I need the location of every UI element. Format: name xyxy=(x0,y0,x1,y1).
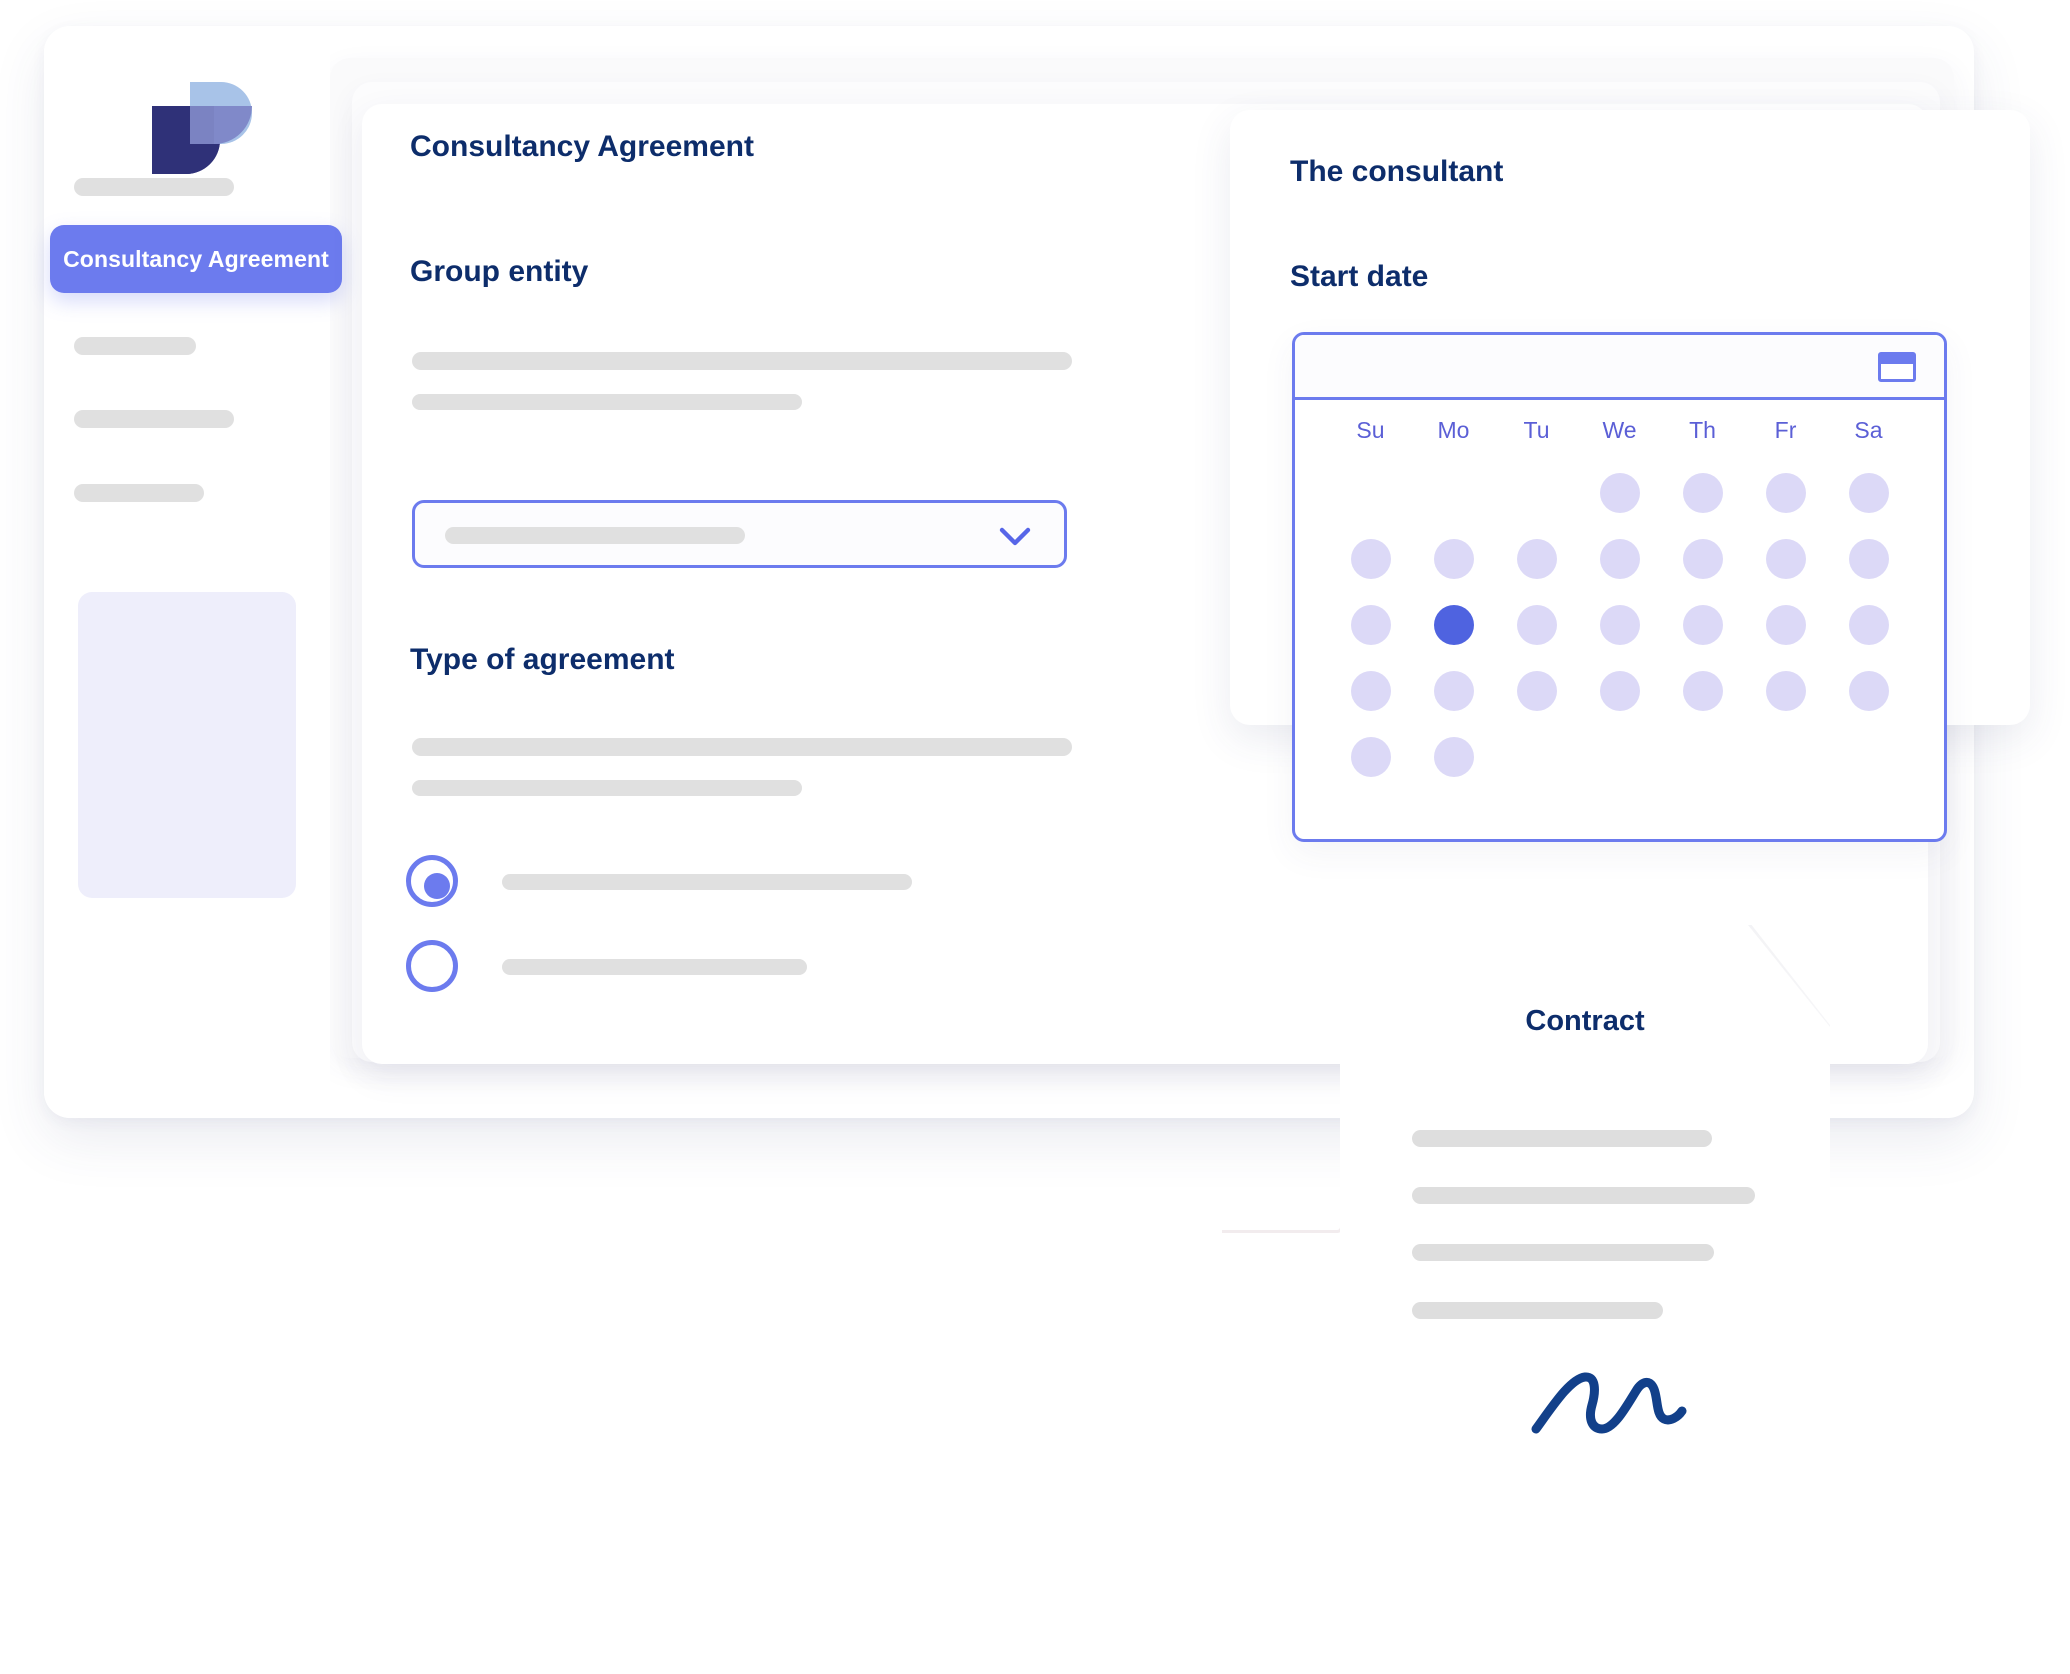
calendar-day[interactable] xyxy=(1765,671,1806,711)
contract-line-2 xyxy=(1412,1187,1755,1204)
sidebar-placeholder-1 xyxy=(74,178,234,196)
calendar-day[interactable] xyxy=(1848,671,1889,711)
calendar-day[interactable] xyxy=(1350,737,1391,777)
calendar-day-empty xyxy=(1351,473,1391,513)
calendar-day[interactable] xyxy=(1848,473,1889,513)
calendar-day[interactable] xyxy=(1433,737,1474,777)
calendar-day[interactable] xyxy=(1765,473,1806,513)
section-heading-group-entity: Group entity xyxy=(410,255,589,288)
calendar-day[interactable] xyxy=(1433,539,1474,579)
calendar-day[interactable] xyxy=(1848,605,1889,645)
sidebar-placeholder-3[interactable] xyxy=(74,410,234,428)
start-date-datepicker[interactable]: Su Mo Tu We Th Fr Sa xyxy=(1292,332,1947,842)
radio-button-selected[interactable] xyxy=(406,855,458,907)
calendar-day-header: Th xyxy=(1689,417,1716,443)
section-heading-the-consultant: The consultant xyxy=(1290,155,1504,188)
start-date-input[interactable] xyxy=(1295,335,1944,400)
type-of-agreement-description-line-1 xyxy=(412,738,1072,756)
radio-dot-icon xyxy=(424,873,450,899)
calendar-day[interactable] xyxy=(1350,605,1391,645)
calendar-week-row xyxy=(1329,592,1910,658)
calendar-week-row xyxy=(1329,658,1910,724)
page-title: Consultancy Agreement xyxy=(410,130,754,163)
calendar-day-header: We xyxy=(1602,417,1637,443)
calendar-day[interactable] xyxy=(1599,605,1640,645)
calendar-day[interactable] xyxy=(1350,539,1391,579)
calendar-day-header: Su xyxy=(1356,417,1385,443)
section-heading-type-of-agreement: Type of agreement xyxy=(410,643,675,676)
calendar-day-empty xyxy=(1600,737,1640,777)
contract-line-1 xyxy=(1412,1130,1712,1147)
type-of-agreement-description-line-2 xyxy=(412,780,802,796)
section-heading-start-date: Start date xyxy=(1290,260,1429,293)
calendar-day[interactable] xyxy=(1765,539,1806,579)
calendar-day[interactable] xyxy=(1516,605,1557,645)
chevron-down-icon xyxy=(999,527,1031,546)
signature-icon xyxy=(1531,1372,1687,1434)
sidebar-placeholder-4[interactable] xyxy=(74,484,204,502)
group-entity-select[interactable] xyxy=(412,500,1067,568)
calendar-day[interactable] xyxy=(1599,671,1640,711)
calendar-day-empty xyxy=(1766,737,1806,777)
calendar-day[interactable] xyxy=(1599,539,1640,579)
calendar-week-row xyxy=(1329,460,1910,526)
calendar-day[interactable] xyxy=(1682,605,1723,645)
contract-line-3 xyxy=(1412,1244,1714,1261)
calendar-day-header: Mo xyxy=(1437,417,1470,443)
calendar-day-header: Fr xyxy=(1774,417,1797,443)
calendar-day[interactable] xyxy=(1433,671,1474,711)
calendar-day[interactable] xyxy=(1848,539,1889,579)
calendar-day-empty xyxy=(1683,737,1723,777)
calendar-day[interactable] xyxy=(1350,671,1391,711)
calendar-grid: Su Mo Tu We Th Fr Sa xyxy=(1329,417,1910,790)
calendar-day[interactable] xyxy=(1516,539,1557,579)
calendar-day[interactable] xyxy=(1516,671,1557,711)
calendar-day-selected[interactable] xyxy=(1433,605,1474,645)
sidebar-placeholder-2[interactable] xyxy=(74,337,196,355)
radio-button-unselected[interactable] xyxy=(406,940,458,992)
group-entity-select-value xyxy=(445,527,745,544)
calendar-day-empty xyxy=(1517,737,1557,777)
calendar-day-empty xyxy=(1517,473,1557,513)
calendar-weeks xyxy=(1329,460,1910,790)
contract-document[interactable]: Contract xyxy=(1340,925,1830,1640)
calendar-day[interactable] xyxy=(1682,473,1723,513)
calendar-day-empty xyxy=(1434,473,1474,513)
screenshot-stage: Consultancy Agreement Consultancy Agreem… xyxy=(0,0,2070,1674)
sidebar-item-label: Consultancy Agreement xyxy=(63,245,329,272)
radio-option-1-label xyxy=(502,874,912,890)
contract-title: Contract xyxy=(1525,1005,1645,1037)
calendar-icon[interactable] xyxy=(1878,352,1916,382)
calendar-day-headers: Su Mo Tu We Th Fr Sa xyxy=(1329,417,1910,444)
calendar-day-header: Tu xyxy=(1523,417,1550,443)
background-card-edge xyxy=(1222,1118,1343,1233)
sidebar-item-consultancy-agreement[interactable]: Consultancy Agreement xyxy=(50,225,342,293)
company-logo-icon xyxy=(152,82,260,174)
calendar-day-header: Sa xyxy=(1854,417,1883,443)
calendar-day-empty xyxy=(1849,737,1889,777)
contract-line-4 xyxy=(1412,1302,1663,1319)
calendar-week-row xyxy=(1329,526,1910,592)
group-entity-description-line-1 xyxy=(412,352,1072,370)
radio-option-2-label xyxy=(502,959,807,975)
sidebar-panel xyxy=(78,592,296,898)
calendar-day[interactable] xyxy=(1682,539,1723,579)
group-entity-description-line-2 xyxy=(412,394,802,410)
calendar-week-row xyxy=(1329,724,1910,790)
calendar-day[interactable] xyxy=(1599,473,1640,513)
calendar-day[interactable] xyxy=(1682,671,1723,711)
calendar-day[interactable] xyxy=(1765,605,1806,645)
